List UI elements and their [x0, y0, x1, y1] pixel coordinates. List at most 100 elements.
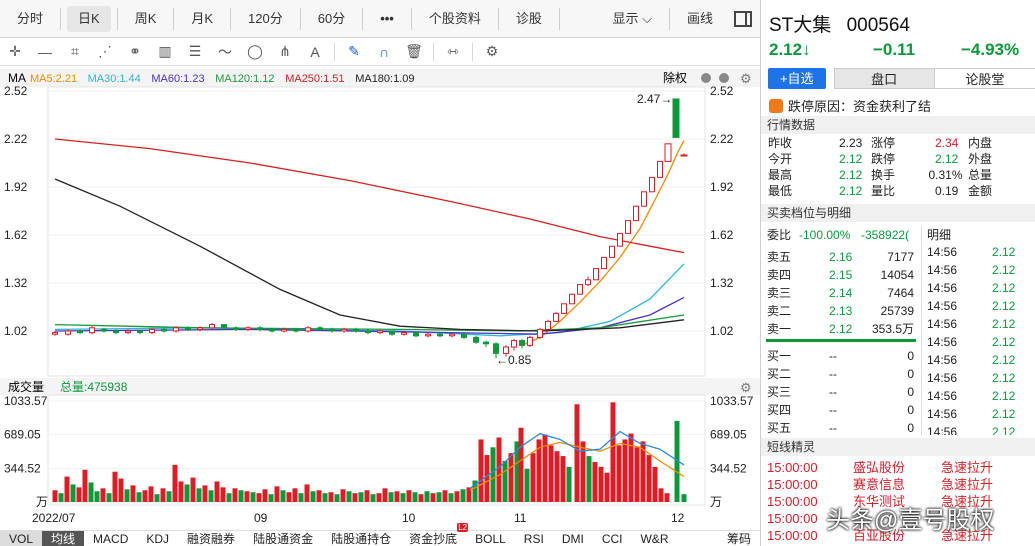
- draw-line-button[interactable]: 画线: [676, 6, 724, 32]
- tab-60min[interactable]: 60分: [307, 6, 356, 32]
- tab-dmi[interactable]: DMI: [553, 531, 593, 546]
- bid-row-label: 买一: [767, 349, 792, 363]
- tab-diagnosis[interactable]: 诊股: [505, 6, 553, 32]
- volume-bar: [586, 456, 592, 502]
- quote-key: 今开: [768, 152, 793, 166]
- ma-legend-item: MA120:1.12: [215, 73, 274, 85]
- ask-row[interactable]: 卖二 2.13 25739: [761, 302, 919, 320]
- more-tabs-button[interactable]: •••: [369, 6, 405, 32]
- volume-bar: [232, 488, 238, 502]
- candle: [601, 256, 607, 270]
- tab-wr[interactable]: W&R: [631, 531, 677, 546]
- signal-time: 15:00:00: [767, 511, 818, 526]
- kline-chart[interactable]: MA MA5:2.21 MA30:1.44 MA60:1.23 MA120:1.12 M…: [0, 66, 760, 530]
- tab-weekly-k[interactable]: 周K: [124, 6, 168, 32]
- trade-time: 14:56: [927, 389, 958, 403]
- bid-row[interactable]: 买三 -- 0: [761, 383, 919, 401]
- ask-row-price: 2.13: [829, 304, 853, 318]
- volume-bar: [238, 490, 244, 502]
- tab-orderbook[interactable]: 盘口: [833, 68, 935, 89]
- volume-bar: [100, 488, 106, 502]
- fan-icon[interactable]: ⋰: [90, 43, 120, 60]
- tab-intraday[interactable]: 分时: [6, 6, 54, 32]
- volume-bar: [364, 490, 370, 502]
- magnet-icon[interactable]: ∩: [369, 44, 399, 60]
- tab-forum[interactable]: 论股堂: [934, 68, 1035, 89]
- tab-rsi[interactable]: RSI: [515, 531, 553, 546]
- price-axis-label: 1.92: [710, 180, 734, 194]
- ask-row[interactable]: 卖三 2.14 7464: [761, 284, 919, 302]
- candle: [545, 320, 551, 330]
- volume-bar: [424, 491, 430, 502]
- tab-cci[interactable]: CCI: [593, 531, 632, 546]
- pitchfork-icon[interactable]: ⋔: [270, 43, 300, 60]
- tab-120min[interactable]: 120分: [237, 6, 294, 32]
- fq-label[interactable]: 除权: [663, 70, 687, 85]
- tab-kdj[interactable]: KDJ: [137, 531, 178, 546]
- gear-icon[interactable]: ⚙: [477, 43, 507, 60]
- tab-bottom-fishing[interactable]: 资金抄底 L2: [400, 522, 469, 546]
- volume-bar: [244, 491, 250, 502]
- signal-time: 15:00:00: [767, 477, 818, 492]
- candle: [149, 328, 155, 334]
- list-icon[interactable]: ☰: [180, 43, 210, 60]
- tab-monthly-k[interactable]: 月K: [180, 6, 224, 32]
- zoom-in-icon[interactable]: [701, 73, 711, 83]
- polyline-icon[interactable]: 〜: [210, 42, 240, 62]
- trade-detail-list[interactable]: 14:56 2.12 14:56 2.12 14:56 2.12 14:56 2.12 14:5…: [921, 243, 1035, 435]
- limit-down-reason: 跌停原因：资金获利了结: [769, 96, 931, 115]
- ma-label: MA: [8, 71, 26, 85]
- trade-detail-row: 14:56 2.12: [922, 261, 1035, 279]
- ma-legend-item: MA180:1.09: [355, 73, 414, 85]
- add-watchlist-button[interactable]: +自选: [768, 68, 826, 89]
- tab-margin[interactable]: 融资融券: [178, 531, 244, 546]
- gear-icon[interactable]: ⚙: [740, 71, 752, 86]
- volume-bar: [274, 486, 280, 502]
- bid-row[interactable]: 买二 -- 0: [761, 365, 919, 383]
- tab-daily-k[interactable]: 日K: [67, 5, 111, 32]
- bid-row[interactable]: 买五 -- 0: [761, 419, 919, 437]
- crop-icon[interactable]: ⌗: [60, 43, 90, 60]
- candle: [281, 328, 287, 332]
- ask-row[interactable]: 卖四 2.15 14054: [761, 266, 919, 284]
- bars-icon[interactable]: ▥: [150, 43, 180, 60]
- date-axis-label: 2022/07: [32, 511, 76, 525]
- pen-icon[interactable]: ✎: [339, 43, 369, 60]
- quote-value: 2.12: [839, 184, 863, 198]
- tab-ma[interactable]: 均线: [42, 530, 85, 546]
- ask-row[interactable]: 卖一 2.12 353.5万: [761, 320, 919, 338]
- zoom-out-icon[interactable]: [719, 73, 729, 83]
- volume-bar: [352, 493, 358, 502]
- tab-stock-profile[interactable]: 个股资料: [418, 6, 492, 32]
- trash-icon[interactable]: 🗑: [399, 43, 429, 60]
- bid-row[interactable]: 买一 -- 0: [761, 347, 919, 365]
- candle: [341, 328, 347, 332]
- ellipse-icon[interactable]: ◯: [240, 43, 270, 60]
- tab-chips[interactable]: 筹码: [718, 531, 760, 546]
- gear-icon[interactable]: ⚙: [740, 380, 752, 395]
- horizontal-line-icon[interactable]: —: [30, 44, 60, 60]
- sidebar-toggle-icon[interactable]: [734, 10, 752, 27]
- ask-row[interactable]: 卖五 2.16 7177: [761, 248, 919, 266]
- candle: [305, 327, 311, 332]
- price-axis-label: 2.52: [710, 84, 734, 98]
- resize-icon[interactable]: ⇿: [438, 43, 468, 60]
- tab-vol[interactable]: VOL: [0, 530, 43, 546]
- tab-macd[interactable]: MACD: [84, 531, 137, 546]
- tab-boll[interactable]: BOLL: [466, 531, 515, 546]
- tab-hk-connect-funds[interactable]: 陆股通资金: [244, 531, 322, 546]
- short-signal-row[interactable]: 15:00:00 赛意信息 急速拉升: [761, 476, 1035, 493]
- volume-bar: [652, 466, 658, 502]
- short-signal-row[interactable]: 15:00:00 盛弘股份 急速拉升: [761, 459, 1035, 476]
- tab-bottom-fishing-label: 资金抄底: [409, 531, 458, 546]
- volume-bar: [220, 487, 226, 502]
- text-icon[interactable]: A: [300, 44, 330, 60]
- bid-row[interactable]: 买四 -- 0: [761, 401, 919, 419]
- quote-grid: 昨收2.23涨停2.34内盘今开2.12跌停2.12外盘47最高2.12换手0.…: [761, 135, 1035, 199]
- volume-bar: [518, 427, 524, 502]
- candle: [329, 328, 335, 332]
- display-menu[interactable]: 显示 ⌵: [601, 6, 663, 32]
- link-icon[interactable]: ⚭: [120, 43, 150, 60]
- crosshair-icon[interactable]: ✛: [0, 43, 30, 60]
- tab-hk-connect-holdings[interactable]: 陆股通持仓: [322, 531, 400, 546]
